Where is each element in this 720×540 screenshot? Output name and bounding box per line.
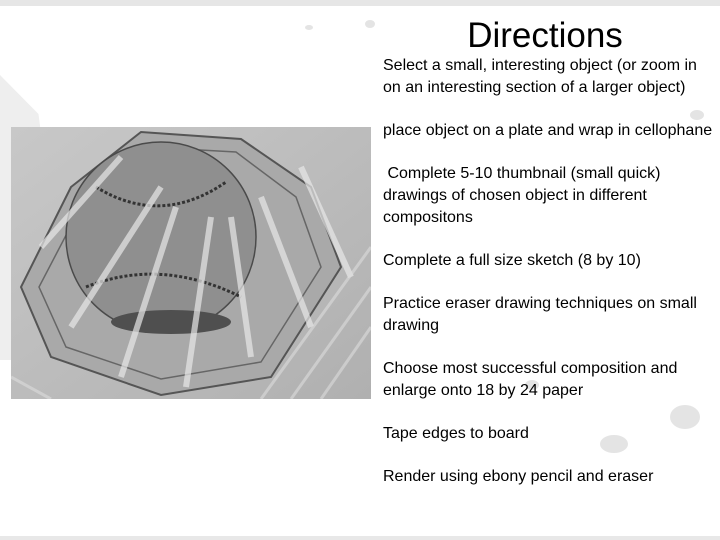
background-band-bottom — [0, 536, 720, 540]
direction-step: Practice eraser drawing techniques on sm… — [383, 295, 697, 334]
direction-step: Tape edges to board — [383, 425, 529, 442]
background-band-top — [0, 0, 720, 6]
direction-step: Choose most successful composition and e… — [383, 360, 678, 399]
direction-step: Complete 5-10 thumbnail (small quick) dr… — [383, 165, 665, 226]
directions-list: Select a small, interesting object (or z… — [383, 55, 713, 509]
direction-step: place object on a plate and wrap in cell… — [383, 122, 713, 139]
baseball — [65, 141, 257, 333]
direction-step: Select a small, interesting object (or z… — [383, 57, 697, 96]
direction-step: Render using ebony pencil and eraser — [383, 468, 654, 485]
slide-title: Directions — [467, 16, 623, 55]
baseball-drawing — [11, 127, 371, 399]
baseball-shadow — [111, 310, 231, 334]
background-splash — [305, 25, 313, 30]
direction-step: Complete a full size sketch (8 by 10) — [383, 252, 641, 269]
sketch-image — [11, 127, 371, 399]
background-splash — [365, 20, 375, 28]
